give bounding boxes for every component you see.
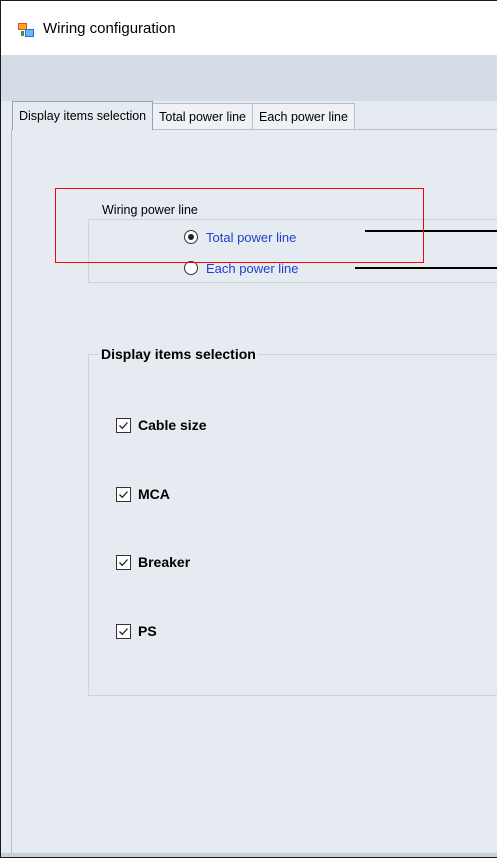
checkbox-row-cable-size[interactable]: Cable size (116, 415, 206, 435)
header-band (1, 55, 497, 101)
checkbox-cable-size[interactable] (116, 417, 131, 433)
wiring-app-icon (18, 22, 34, 38)
checkbox-ps-label[interactable]: PS (138, 623, 157, 639)
checkbox-breaker-label[interactable]: Breaker (138, 554, 190, 570)
checkbox-cable-size-label[interactable]: Cable size (138, 417, 206, 433)
window-title: Wiring configuration (43, 20, 176, 37)
highlight-box (55, 188, 424, 263)
radio-button-unselected[interactable] (184, 261, 198, 275)
checkbox-row-mca[interactable]: MCA (116, 484, 170, 504)
tab-each-power-line[interactable]: Each power line (252, 103, 355, 129)
checkbox-ps[interactable] (116, 623, 131, 639)
tab-display-items-selection[interactable]: Display items selection (12, 101, 154, 130)
checkbox-row-ps[interactable]: PS (116, 621, 157, 641)
tab-strip: Display items selection Total power line… (12, 101, 355, 130)
display-items-selection-group-label: Display items selection (99, 346, 258, 362)
display-items-selection-group (88, 354, 497, 696)
checkbox-mca-label[interactable]: MCA (138, 486, 170, 502)
bottom-edge (1, 853, 497, 857)
callout-line-each (355, 267, 497, 269)
title-bar: Wiring configuration (1, 1, 497, 55)
wiring-configuration-window: Wiring configuration Display items selec… (0, 0, 497, 858)
checkbox-breaker[interactable] (116, 554, 131, 570)
checkbox-row-breaker[interactable]: Breaker (116, 552, 190, 572)
checkbox-mca[interactable] (116, 486, 131, 502)
tab-total-power-line[interactable]: Total power line (152, 103, 253, 129)
